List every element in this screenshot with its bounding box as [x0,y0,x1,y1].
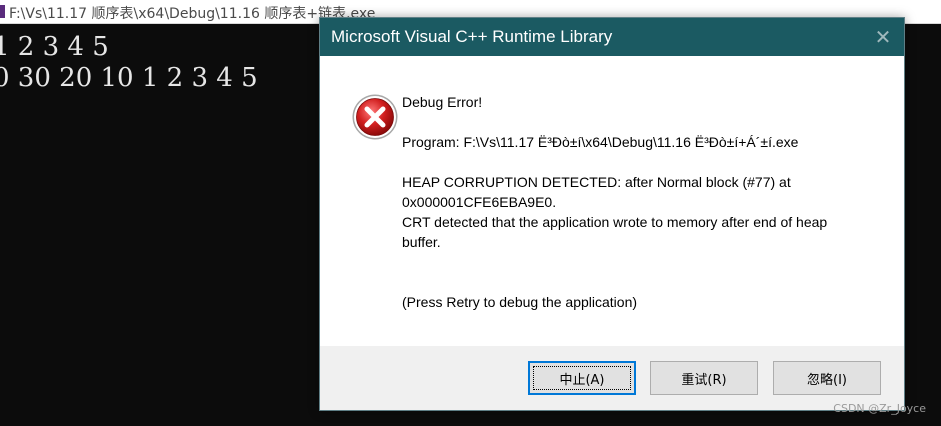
console-output-line: 0 30 20 10 1 2 3 4 5 [0,63,258,93]
dialog-button-bar: 中止(A) 重试(R) 忽略(I) [320,346,904,410]
error-icon [352,94,398,140]
watermark: CSDN @Zr_Joyce [833,402,926,415]
dialog-content: Debug Error! Program: F:\Vs\11.17 Ë³Ðò±í… [320,56,904,346]
message-detail: CRT detected that the application wrote … [402,214,828,230]
console-output-line: 1 2 3 4 5 [0,32,109,62]
message-detail: 0x000001CFE6EBA9E0. [402,194,557,210]
runtime-error-dialog: Microsoft Visual C++ Runtime Library ✕ D… [319,17,905,411]
dialog-title: Microsoft Visual C++ Runtime Library [331,27,613,46]
ignore-button-label: 忽略(I) [807,372,847,388]
console-app-icon [0,5,5,18]
message-detail: buffer. [402,234,441,250]
message-hint: (Press Retry to debug the application) [402,294,638,310]
message-detail: HEAP CORRUPTION DETECTED: after Normal b… [402,174,791,190]
dialog-titlebar[interactable]: Microsoft Visual C++ Runtime Library ✕ [320,18,904,56]
focus-ring [533,366,631,390]
error-message: Debug Error! Program: F:\Vs\11.17 Ë³Ðò±í… [402,92,882,312]
retry-button-label: 重试(R) [681,372,727,388]
abort-button[interactable]: 中止(A) [528,361,636,395]
message-program-path: Program: F:\Vs\11.17 Ë³Ðò±í\x64\Debug\11… [402,134,799,150]
message-heading: Debug Error! [402,94,483,110]
close-icon[interactable]: ✕ [871,25,895,49]
ignore-button[interactable]: 忽略(I) [773,361,881,395]
retry-button[interactable]: 重试(R) [650,361,758,395]
